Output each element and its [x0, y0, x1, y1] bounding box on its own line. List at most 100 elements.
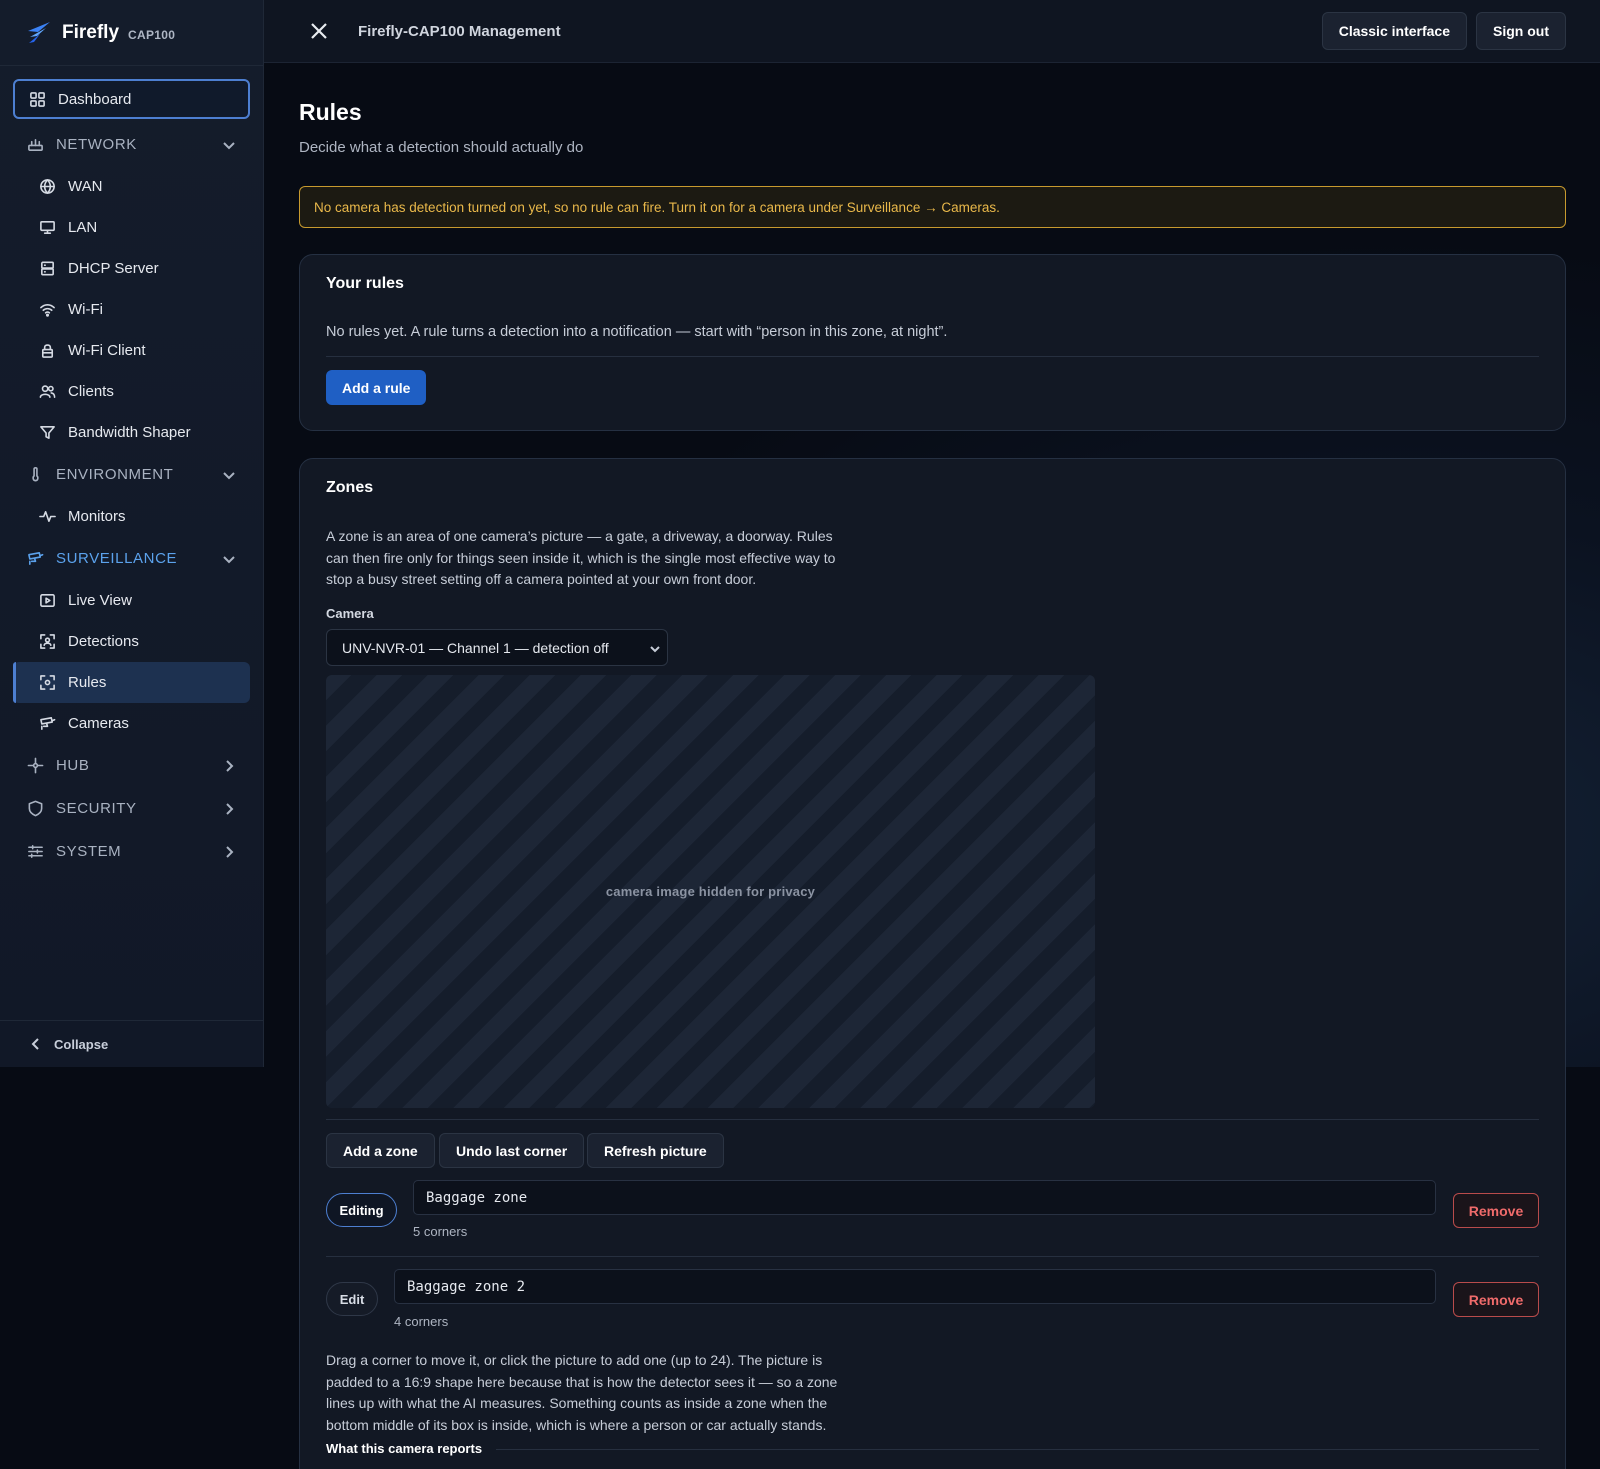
lock-icon: [39, 342, 56, 359]
sidebar: Firefly CAP100 Dashboard NETWORK WAN LAN…: [0, 0, 264, 1067]
sidebar-section-network[interactable]: NETWORK: [13, 123, 250, 166]
add-zone-button[interactable]: Add a zone: [326, 1133, 435, 1168]
section-label: SURVEILLANCE: [56, 550, 178, 567]
chevron-down-icon: [222, 468, 236, 482]
scan-person-icon: [39, 633, 56, 650]
camera-label: Camera: [326, 606, 374, 621]
sidebar-item-label: Wi-Fi Client: [68, 342, 146, 359]
thermometer-icon: [27, 466, 44, 483]
section-label: HUB: [56, 757, 90, 774]
sidebar-item-label: Wi-Fi: [68, 301, 103, 318]
sidebar-item-live-view[interactable]: Live View: [13, 580, 250, 621]
sidebar-nav: Dashboard NETWORK WAN LAN DHCP Server Wi…: [0, 66, 263, 873]
sidebar-item-cameras[interactable]: Cameras: [13, 703, 250, 744]
divider: [326, 356, 1539, 357]
rules-empty-text: No rules yet. A rule turns a detection i…: [326, 324, 948, 340]
add-rule-button[interactable]: Add a rule: [326, 370, 427, 405]
collapse-label: Collapse: [54, 1036, 109, 1052]
chevron-down-icon: [222, 138, 236, 152]
sidebar-item-label: Monitors: [68, 508, 126, 525]
rules-card: Your rules No rules yet. A rule turns a …: [299, 254, 1566, 431]
sidebar-item-lan[interactable]: LAN: [13, 207, 250, 248]
sidebar-item-detections[interactable]: Detections: [13, 621, 250, 662]
camera-picture[interactable]: camera image hidden for privacy: [326, 675, 1095, 1108]
sidebar-item-label: DHCP Server: [68, 260, 159, 277]
brand-name: Firefly: [62, 21, 120, 43]
warning-banner: No camera has detection turned on yet, s…: [299, 186, 1566, 228]
sidebar-item-label: WAN: [68, 178, 103, 195]
sidebar-section-surveillance[interactable]: SURVEILLANCE: [13, 537, 250, 580]
brand[interactable]: Firefly CAP100: [0, 0, 263, 66]
wifi-icon: [39, 301, 56, 318]
sidebar-section-system[interactable]: SYSTEM: [13, 830, 250, 873]
sidebar-item-dhcp-server[interactable]: DHCP Server: [13, 248, 250, 289]
filter-icon: [39, 424, 56, 441]
divider: [496, 1449, 1539, 1450]
sign-out-button[interactable]: Sign out: [1476, 12, 1566, 50]
sidebar-item-label: Rules: [68, 674, 107, 691]
rules-card-title: Your rules: [326, 275, 404, 292]
refresh-picture-button[interactable]: Refresh picture: [587, 1133, 724, 1168]
users-icon: [39, 383, 56, 400]
zone-name-input[interactable]: Baggage zone 2: [394, 1269, 1436, 1304]
sidebar-item-wi-fi-client[interactable]: Wi-Fi Client: [13, 330, 250, 371]
sidebar-item-label: Live View: [68, 592, 132, 609]
globe-icon: [39, 178, 56, 195]
remove-zone-button[interactable]: Remove: [1453, 1193, 1539, 1228]
sidebar-item-wan[interactable]: WAN: [13, 166, 250, 207]
zones-description: A zone is an area of one camera’s pictur…: [326, 528, 836, 587]
classic-interface-button[interactable]: Classic interface: [1321, 12, 1467, 50]
section-label: SECURITY: [56, 800, 137, 817]
network-icon: [27, 136, 44, 153]
undo-last-corner-button[interactable]: Undo last corner: [439, 1133, 585, 1168]
sidebar-section-environment[interactable]: ENVIRONMENT: [13, 453, 250, 496]
camera-select[interactable]: UNV-NVR-01 — Channel 1 — detection off: [326, 629, 668, 666]
camera-reports-heading: What this camera reports: [326, 1441, 483, 1456]
chevron-down-icon: [222, 552, 236, 566]
camera-select-value: UNV-NVR-01 — Channel 1 — detection off: [342, 639, 609, 656]
chevron-down-icon: [649, 642, 661, 654]
zone-name-input[interactable]: Baggage zone: [413, 1180, 1436, 1215]
chevron-right-icon: [222, 845, 236, 859]
firefly-logo-icon: [28, 21, 50, 43]
chevron-right-icon: [222, 802, 236, 816]
zone-edit-button[interactable]: Edit: [326, 1282, 378, 1316]
hub-icon: [27, 757, 44, 774]
brand-model: CAP100: [128, 27, 176, 42]
main-content: Rules Decide what a detection should act…: [264, 63, 1600, 1469]
remove-zone-button[interactable]: Remove: [1453, 1282, 1539, 1317]
sidebar-item-rules[interactable]: Rules: [13, 662, 250, 703]
section-label: ENVIRONMENT: [56, 466, 174, 483]
close-icon[interactable]: [310, 22, 328, 40]
chevron-left-icon: [31, 1038, 39, 1050]
sidebar-section-security[interactable]: SECURITY: [13, 787, 250, 830]
collapse-button[interactable]: Collapse: [0, 1020, 263, 1067]
sidebar-item-monitors[interactable]: Monitors: [13, 496, 250, 537]
sidebar-item-dashboard[interactable]: Dashboard: [13, 79, 250, 119]
sidebar-section-hub[interactable]: HUB: [13, 744, 250, 787]
topbar-actions: Classic interface Sign out: [1321, 12, 1566, 50]
divider: [326, 1119, 1539, 1120]
sidebar-item-bandwidth-shaper[interactable]: Bandwidth Shaper: [13, 412, 250, 453]
cctv-camera-icon: [27, 550, 44, 567]
sidebar-item-clients[interactable]: Clients: [13, 371, 250, 412]
warning-text: No camera has detection turned on yet, s…: [314, 199, 1000, 215]
server-icon: [39, 260, 56, 277]
sidebar-item-label: Dashboard: [58, 90, 132, 108]
divider: [326, 1256, 1539, 1257]
sidebar-item-wi-fi[interactable]: Wi-Fi: [13, 289, 250, 330]
shield-icon: [27, 800, 44, 817]
camera-placeholder-text: camera image hidden for privacy: [605, 884, 816, 899]
page-subtitle: Decide what a detection should actually …: [299, 139, 584, 156]
activity-icon: [39, 508, 56, 525]
zones-card: Zones A zone is an area of one camera’s …: [299, 458, 1566, 1469]
page-title: Rules: [299, 99, 362, 125]
zone-corner-count: 4 corners: [394, 1314, 449, 1329]
topbar: Firefly-CAP100 Management Classic interf…: [264, 0, 1600, 63]
zone-editing-toggle[interactable]: Editing: [326, 1193, 397, 1227]
section-label: NETWORK: [56, 136, 137, 153]
play-screen-icon: [39, 592, 56, 609]
cctv-camera-icon: [39, 715, 56, 732]
section-label: SYSTEM: [56, 843, 122, 860]
monitor-icon: [39, 219, 56, 236]
